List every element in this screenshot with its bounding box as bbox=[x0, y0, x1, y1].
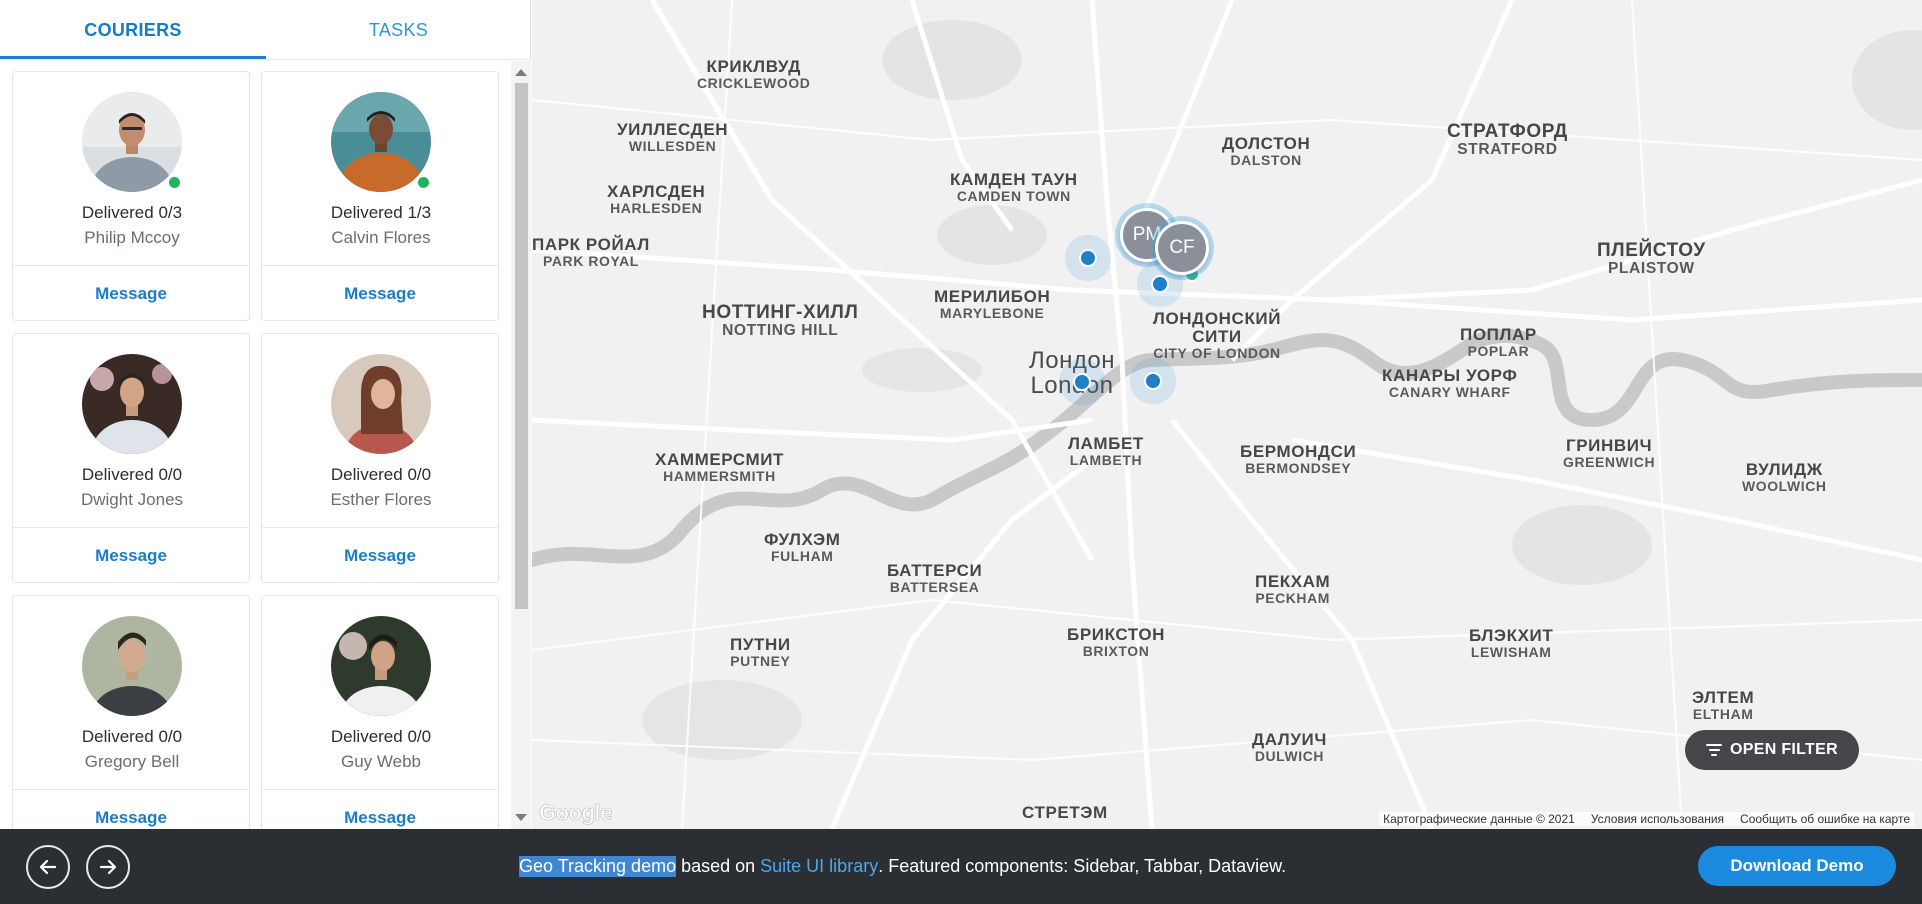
download-demo-button[interactable]: Download Demo bbox=[1698, 846, 1896, 886]
courier-name: Philip Mccoy bbox=[84, 228, 180, 247]
courier-card[interactable]: Delivered 1/3 Calvin Flores Message bbox=[261, 71, 499, 321]
scrollbar-thumb[interactable] bbox=[515, 83, 528, 609]
map-label-cricklewood: КРИКЛВУД CRICKLEWOOD bbox=[697, 57, 811, 91]
courier-card[interactable]: Delivered 0/0 Guy Webb Message bbox=[261, 595, 499, 829]
map-label-eltham: ЭЛТЕМ ELTHAM bbox=[1692, 688, 1755, 722]
footer-text-based-on: based on bbox=[681, 856, 756, 876]
message-button[interactable]: Message bbox=[262, 790, 498, 829]
delivered-count: Delivered 0/0 bbox=[81, 727, 183, 746]
delivered-count: Delivered 0/3 bbox=[81, 203, 183, 222]
delivered-count: Delivered 1/3 bbox=[330, 203, 432, 222]
report-error-link[interactable]: Сообщить об ошибке на карте bbox=[1740, 812, 1910, 826]
scrollbar[interactable] bbox=[511, 61, 531, 829]
courier-name: Esther Flores bbox=[330, 490, 432, 509]
map-label-peckham: ПЕКХАМ PECKHAM bbox=[1255, 572, 1331, 606]
courier-name: Gregory Bell bbox=[84, 752, 180, 771]
map-task-marker[interactable] bbox=[1073, 373, 1091, 391]
map-data-credit: Картографические данные © 2021 bbox=[1383, 812, 1575, 826]
map-label-canary-wharf: КАНАРЫ УОРФ CANARY WHARF bbox=[1382, 366, 1518, 400]
map-label-battersea: БАТТЕРСИ BATTERSEA bbox=[887, 561, 983, 595]
tab-tasks[interactable]: TASKS bbox=[266, 0, 531, 60]
message-button[interactable]: Message bbox=[262, 266, 498, 321]
map-label-hammersmith: ХАММЕРСМИТ HAMMERSMITH bbox=[655, 450, 785, 484]
footer-description: Geo Tracking demo based on Suite UI libr… bbox=[519, 829, 1286, 904]
map-label-putney: ПУТНИ PUTNEY bbox=[730, 635, 791, 669]
map-label-notting-hill: НОТТИНГ-ХИЛЛ NOTTING HILL bbox=[702, 302, 859, 339]
map-label-stratford: СТРАТФОРД STRATFORD bbox=[1447, 121, 1568, 158]
map-label-greenwich: ГРИНВИЧ GREENWICH bbox=[1563, 436, 1656, 470]
google-logo: Google bbox=[539, 800, 613, 826]
open-filter-button[interactable]: OPEN FILTER bbox=[1685, 730, 1859, 770]
avatar bbox=[82, 616, 182, 716]
sidebar: COURIERS TASKS Delivered 0/3 Philip Mcco… bbox=[0, 0, 531, 829]
online-status-dot bbox=[416, 175, 431, 190]
courier-name: Calvin Flores bbox=[331, 228, 431, 247]
map[interactable]: КРИКЛВУД CRICKLEWOOD УИЛЛЕСДЕН WILLESDEN Х… bbox=[532, 0, 1922, 829]
map-label-bermondsey: БЕРМОНДСИ BERMONDSEY bbox=[1240, 442, 1357, 476]
map-label-willesden: УИЛЛЕСДЕН WILLESDEN bbox=[617, 120, 729, 154]
map-task-marker[interactable] bbox=[1144, 372, 1162, 390]
message-button[interactable]: Message bbox=[13, 266, 249, 321]
map-task-marker[interactable] bbox=[1079, 249, 1097, 267]
delivered-count: Delivered 0/0 bbox=[330, 727, 432, 746]
map-label-camden: КАМДЕН ТАУН CAMDEN TOWN bbox=[950, 170, 1078, 204]
next-demo-button[interactable] bbox=[86, 845, 130, 889]
map-label-poplar: ПОПЛАР POPLAR bbox=[1460, 325, 1537, 359]
message-button[interactable]: Message bbox=[13, 790, 249, 829]
map-label-park-royal: ПАРК РОЙАЛ PARK ROYAL bbox=[532, 235, 650, 269]
map-label-dulwich: ДАЛУИЧ DULWICH bbox=[1252, 730, 1327, 764]
avatar bbox=[331, 616, 431, 716]
tab-couriers[interactable]: COURIERS bbox=[0, 0, 266, 60]
couriers-dataview: Delivered 0/3 Philip Mccoy Message Deliv… bbox=[0, 61, 510, 829]
avatar bbox=[331, 354, 431, 454]
geo-tracking-app: COURIERS TASKS Delivered 0/3 Philip Mcco… bbox=[0, 0, 1922, 904]
map-label-lambeth: ЛАМБЕТ LAMBETH bbox=[1068, 434, 1144, 468]
courier-name: Guy Webb bbox=[340, 752, 421, 771]
open-filter-label: OPEN FILTER bbox=[1730, 741, 1838, 758]
map-attribution: Картографические данные © 2021 Условия и… bbox=[1379, 812, 1914, 826]
tabbar: COURIERS TASKS bbox=[0, 0, 531, 60]
map-label-dalston: ДОЛСТОН DALSTON bbox=[1222, 134, 1311, 168]
map-label-marylebone: МЕРИЛИБОН MARYLEBONE bbox=[934, 287, 1051, 321]
demo-title-highlight: Geo Tracking demo bbox=[519, 856, 677, 877]
demo-footer: Geo Tracking demo based on Suite UI libr… bbox=[0, 829, 1922, 904]
map-label-lewisham: БЛЭКХИТ LEWISHAM bbox=[1469, 626, 1554, 660]
scroll-down-arrow-icon[interactable] bbox=[515, 814, 527, 821]
courier-name: Dwight Jones bbox=[80, 490, 184, 509]
map-label-fulham: ФУЛХЭМ FULHAM bbox=[764, 530, 841, 564]
terms-link[interactable]: Условия использования bbox=[1591, 812, 1724, 826]
map-label-streatham: СТРЕТЭМ bbox=[1022, 803, 1108, 822]
map-label-woolwich: ВУЛИДЖ WOOLWICH bbox=[1742, 460, 1827, 494]
map-label-plaistow: ПЛЕЙСТОУ PLAISTOW bbox=[1597, 240, 1706, 277]
suite-ui-link[interactable]: Suite UI library bbox=[760, 856, 878, 877]
arrow-left-icon bbox=[39, 859, 57, 875]
avatar bbox=[82, 92, 182, 192]
delivered-count: Delivered 0/0 bbox=[330, 465, 432, 484]
courier-card[interactable]: Delivered 0/0 Gregory Bell Message bbox=[12, 595, 250, 829]
scroll-up-arrow-icon[interactable] bbox=[515, 69, 527, 76]
message-button[interactable]: Message bbox=[262, 528, 498, 583]
footer-text-components: . Featured components: Sidebar, Tabbar, … bbox=[878, 856, 1287, 876]
avatar bbox=[331, 92, 431, 192]
courier-card[interactable]: Delivered 0/0 Esther Flores Message bbox=[261, 333, 499, 583]
filter-icon bbox=[1706, 744, 1723, 756]
courier-card[interactable]: Delivered 0/3 Philip Mccoy Message bbox=[12, 71, 250, 321]
map-label-london: Лондон London bbox=[1029, 347, 1115, 400]
courier-card[interactable]: Delivered 0/0 Dwight Jones Message bbox=[12, 333, 250, 583]
map-label-brixton: БРИКСТОН BRIXTON bbox=[1067, 625, 1166, 659]
map-label-harlesden: ХАРЛСДЕН HARLESDEN bbox=[607, 182, 706, 216]
active-tab-indicator bbox=[0, 56, 266, 59]
delivered-count: Delivered 0/0 bbox=[81, 465, 183, 484]
map-label-city: ЛОНДОНСКИЙ СИТИ CITY OF LONDON bbox=[1152, 309, 1282, 361]
map-task-marker[interactable] bbox=[1151, 275, 1169, 293]
courier-map-marker[interactable]: CF bbox=[1155, 221, 1209, 275]
avatar bbox=[82, 354, 182, 454]
arrow-right-icon bbox=[99, 859, 117, 875]
prev-demo-button[interactable] bbox=[26, 845, 70, 889]
message-button[interactable]: Message bbox=[13, 528, 249, 583]
online-status-dot bbox=[167, 175, 182, 190]
